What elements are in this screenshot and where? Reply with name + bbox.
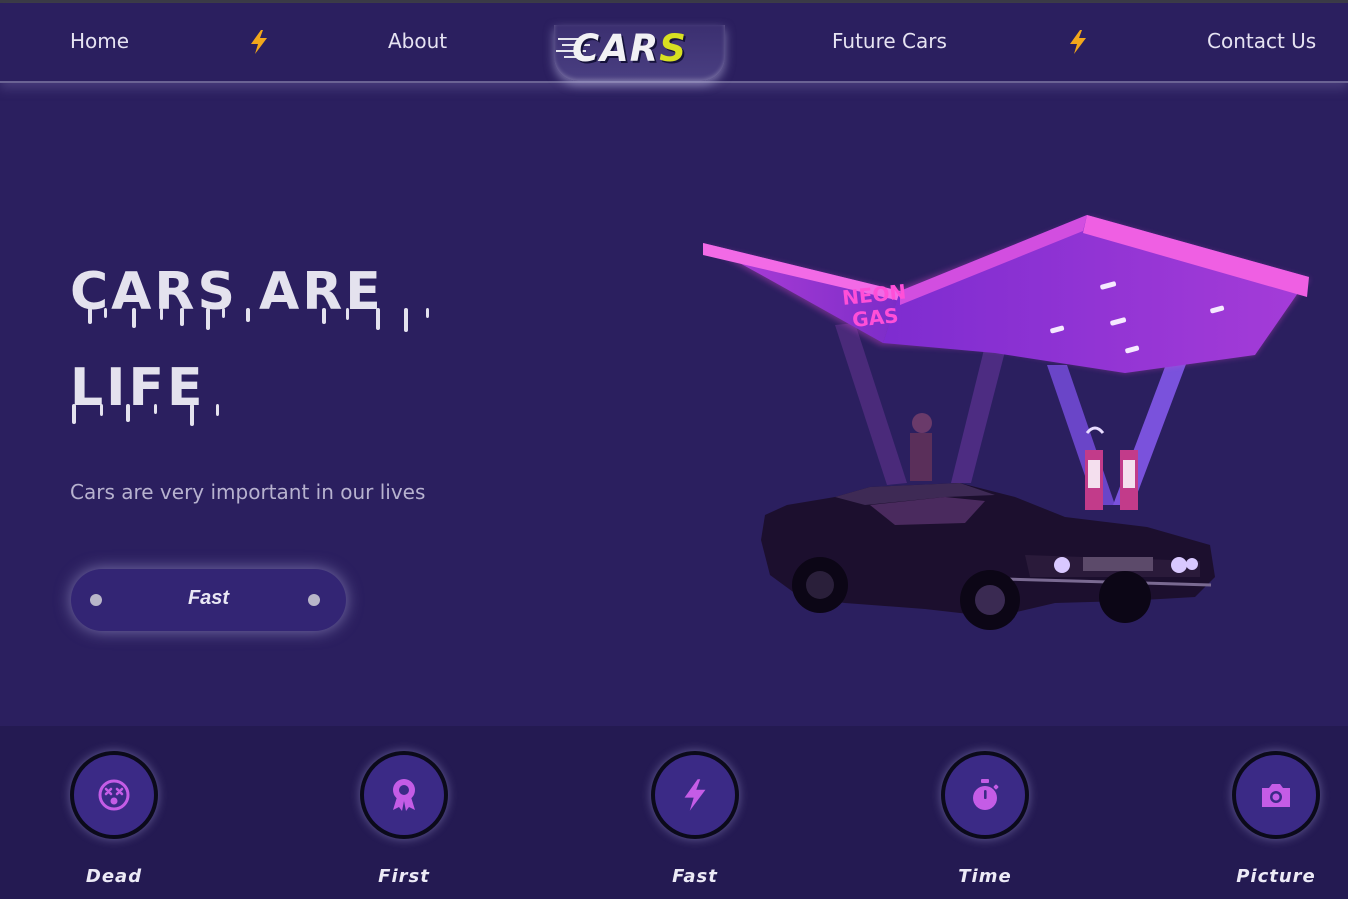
logo-text-main: CAR (572, 27, 660, 70)
lightning-bolt-icon (1070, 30, 1086, 54)
feature-label: Picture (1236, 866, 1316, 887)
neon-gas-station-image: NEON GAS (703, 215, 1310, 630)
neon-sign-line2: GAS (851, 303, 900, 332)
feature-first[interactable]: First (360, 751, 448, 887)
feature-label: First (378, 866, 430, 887)
feature-picture[interactable]: Picture (1232, 751, 1320, 887)
feature-time[interactable]: Time (941, 751, 1029, 887)
lightning-bolt-icon (684, 779, 706, 811)
camera-icon (1262, 784, 1290, 807)
cars-logo[interactable]: CARS (554, 25, 725, 81)
logo-text: CARS (572, 27, 687, 70)
feature-circle[interactable] (941, 751, 1029, 839)
nav-link-home[interactable]: Home (70, 29, 129, 53)
feature-dead[interactable]: Dead (70, 751, 158, 887)
button-dot-right (308, 594, 320, 606)
hero-subtitle: Cars are very important in our lives (70, 480, 426, 504)
dizzy-face-icon (98, 779, 130, 811)
logo-text-accent: S (659, 27, 687, 70)
feature-circle[interactable] (70, 751, 158, 839)
feature-label: Time (958, 866, 1012, 887)
hero-title-line1: CARS ARE (70, 262, 384, 322)
fast-button-label: Fast (187, 587, 230, 609)
nav-link-about[interactable]: About (388, 29, 447, 53)
fast-button[interactable]: Fast (71, 569, 346, 631)
feature-fast[interactable]: Fast (651, 751, 739, 887)
feature-circle[interactable] (360, 751, 448, 839)
feature-circle[interactable] (1232, 751, 1320, 839)
feature-circle[interactable] (651, 751, 739, 839)
stopwatch-icon (973, 779, 999, 810)
feature-label: Dead (85, 866, 143, 887)
nav-link-future-cars[interactable]: Future Cars (832, 29, 947, 53)
award-ribbon-icon (393, 779, 415, 811)
feature-label: Fast (672, 866, 718, 887)
nav-link-contact-us[interactable]: Contact Us (1207, 29, 1316, 53)
lightning-bolt-icon (251, 30, 267, 54)
hero-title-line2: LIFE (70, 358, 206, 418)
top-navigation: Home About CARS Future Cars Contact Us (0, 3, 1348, 83)
